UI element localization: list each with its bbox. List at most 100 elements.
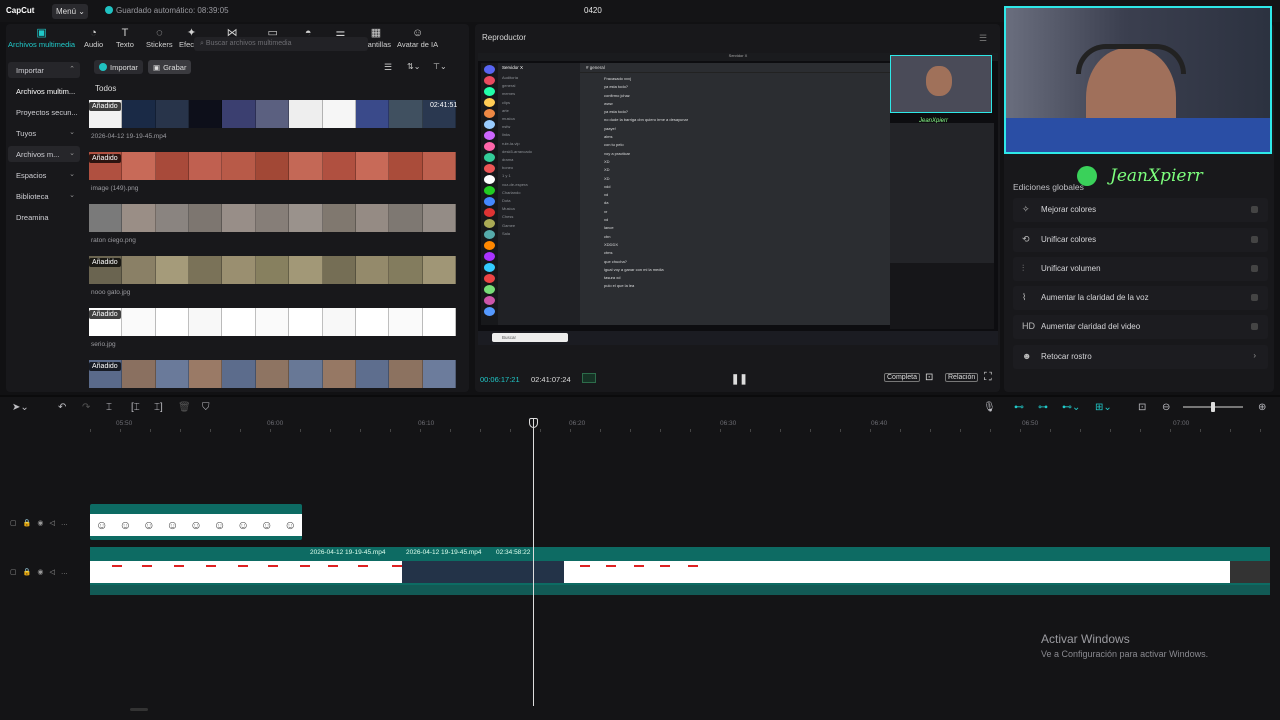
mic-icon[interactable]: 🎙 [983, 402, 996, 413]
tab-text[interactable]: T Texto [116, 27, 134, 49]
snapshot-icon[interactable]: ⊡ [925, 372, 933, 383]
discord-channel[interactable]: drama [502, 156, 576, 164]
server-icon[interactable] [484, 65, 495, 74]
zoom-in-icon[interactable]: ⊕ [1258, 402, 1266, 413]
discord-channel[interactable]: Auditoría [502, 74, 576, 82]
server-icon[interactable] [484, 285, 495, 294]
fit-icon[interactable]: ⊡ [1138, 402, 1146, 413]
player-menu-icon[interactable]: ☰ [979, 33, 987, 44]
horizontal-scrollbar[interactable] [130, 708, 148, 711]
menu-button[interactable]: Menú ⌄ [52, 4, 88, 19]
server-icon[interactable] [484, 87, 495, 96]
tab-avatar[interactable]: ☺ Avatar de IA [397, 27, 438, 49]
undo-icon[interactable]: ↶ [58, 402, 66, 413]
discord-channel[interactable]: 1 y 1 [502, 172, 576, 180]
server-icon[interactable] [484, 142, 495, 151]
full-quality-button[interactable]: Completa [884, 373, 920, 382]
discord-channel[interactable]: nsfw [502, 123, 576, 131]
filter-icon[interactable]: ⊤⌄ [433, 62, 447, 71]
tab-audio[interactable]: ◔ Audio [84, 27, 103, 49]
preview-axis-icon[interactable]: ⊞⌄ [1095, 402, 1112, 413]
discord-channel[interactable]: general [502, 82, 576, 90]
discord-channel[interactable]: desk5-arrancado [502, 148, 576, 156]
discord-channel[interactable]: Charlando [502, 189, 576, 197]
tab-sticker[interactable]: ◌ Stickers [146, 27, 173, 49]
track-1-controls[interactable]: ▢🔒◉◁… [10, 519, 74, 527]
zoom-out-icon[interactable]: ⊖ [1162, 402, 1170, 413]
toggle[interactable] [1251, 294, 1258, 301]
sidebar-item[interactable]: Proyectos secun... [8, 104, 80, 120]
import-button[interactable]: Importar [94, 60, 143, 74]
discord-channel[interactable]: Sala [502, 230, 576, 238]
playhead-handle[interactable] [529, 418, 538, 428]
server-icon[interactable] [484, 164, 495, 173]
video-preview[interactable]: Servidor X Servidor X Auditoría general me… [478, 53, 998, 345]
tab-media[interactable]: ▣ Archivos multimedia [8, 27, 75, 49]
trim-right-icon[interactable]: ⌶] [154, 402, 163, 413]
sidebar-item[interactable]: Archivos multim... [8, 83, 80, 99]
server-icon[interactable] [484, 120, 495, 129]
server-icon[interactable] [484, 296, 495, 305]
media-item-thumbnail[interactable] [89, 256, 456, 284]
server-icon[interactable] [484, 208, 495, 217]
track-2-controls[interactable]: ▢🔒◉◁… [10, 568, 74, 576]
discord-channel[interactable]: Chess [502, 213, 576, 221]
sidebar-item[interactable]: Biblioteca ⌄ [8, 188, 80, 204]
edit-unify-color[interactable]: ⟲ Unificar colores [1013, 228, 1268, 252]
server-icon[interactable] [484, 175, 495, 184]
redo-icon[interactable]: ↷ [82, 402, 90, 413]
server-icon[interactable] [484, 219, 495, 228]
discord-channel[interactable]: rule-la-vip [502, 140, 576, 148]
discord-channel[interactable]: boneo [502, 164, 576, 172]
link-icon[interactable]: ⊷ [1014, 402, 1024, 413]
magnet-icon[interactable]: ⊶ [1038, 402, 1048, 413]
aspect-ratio-button[interactable]: Relación [945, 373, 979, 382]
discord-channel[interactable]: Musica [502, 205, 576, 213]
discord-channel[interactable]: musica [502, 115, 576, 123]
server-icon[interactable] [484, 230, 495, 239]
server-icon[interactable] [484, 307, 495, 316]
sidebar-item[interactable]: Archivos m... ⌄ [8, 146, 80, 162]
sidebar-item[interactable]: Dreamina [8, 209, 80, 225]
sidebar-item[interactable]: Espacios ⌄ [8, 167, 80, 183]
server-icon[interactable] [484, 109, 495, 118]
trim-left-icon[interactable]: [⌶ [131, 402, 140, 413]
media-item-thumbnail[interactable] [89, 100, 456, 128]
discord-channel[interactable]: memes [502, 90, 576, 98]
main-video-clip[interactable]: 2026-04-12 19-19-45.mp4 2026-04-12 19-19… [90, 547, 1270, 595]
select-tool-icon[interactable]: ➤⌄ [12, 402, 29, 413]
sort-icon[interactable]: ⇅⌄ [407, 62, 420, 71]
toggle[interactable] [1251, 265, 1258, 272]
list-view-icon[interactable]: ☰ [384, 62, 392, 73]
sidebar-item[interactable]: Importar ⌃ [8, 62, 80, 78]
edit-hd[interactable]: HD Aumentar claridad del video [1013, 315, 1268, 339]
discord-channel[interactable]: arte [502, 107, 576, 115]
discord-channel[interactable]: Dota [502, 197, 576, 205]
server-icon[interactable] [484, 252, 495, 261]
zoom-slider-handle[interactable] [1211, 402, 1215, 412]
server-icon[interactable] [484, 263, 495, 272]
toggle[interactable] [1251, 206, 1258, 213]
edit-retouch-face[interactable]: ☻ Retocar rostro › [1013, 345, 1268, 369]
playhead[interactable] [533, 418, 534, 706]
server-icon[interactable] [484, 186, 495, 195]
toggle[interactable] [1251, 236, 1258, 243]
delete-icon[interactable]: 🗑 [178, 402, 191, 413]
toggle[interactable] [1251, 323, 1258, 330]
marker-icon[interactable]: ⛉ [202, 402, 210, 413]
edit-unify-volume[interactable]: ⫶ Unificar volumen [1013, 257, 1268, 281]
overlay-clip[interactable]: ☺ ☺ ☺ ☺ ☺ ☺ ☺ ☺ ☺ [90, 504, 302, 540]
server-icon[interactable] [484, 131, 495, 140]
split-icon[interactable]: ⌶ [106, 402, 112, 413]
record-button[interactable]: ▣ Grabar [148, 60, 192, 74]
discord-channel[interactable]: clips [502, 99, 576, 107]
media-item-thumbnail[interactable] [89, 152, 456, 180]
discord-channel[interactable]: links [502, 131, 576, 139]
media-item-thumbnail[interactable] [89, 308, 456, 336]
server-icon[interactable] [484, 274, 495, 283]
server-icon[interactable] [484, 197, 495, 206]
fullscreen-icon[interactable]: ⛶ [984, 371, 992, 384]
media-item-thumbnail[interactable] [89, 204, 456, 232]
taskbar-search[interactable]: Buscar [492, 333, 568, 342]
discord-channel[interactable]: voz-de-espera [502, 181, 576, 189]
